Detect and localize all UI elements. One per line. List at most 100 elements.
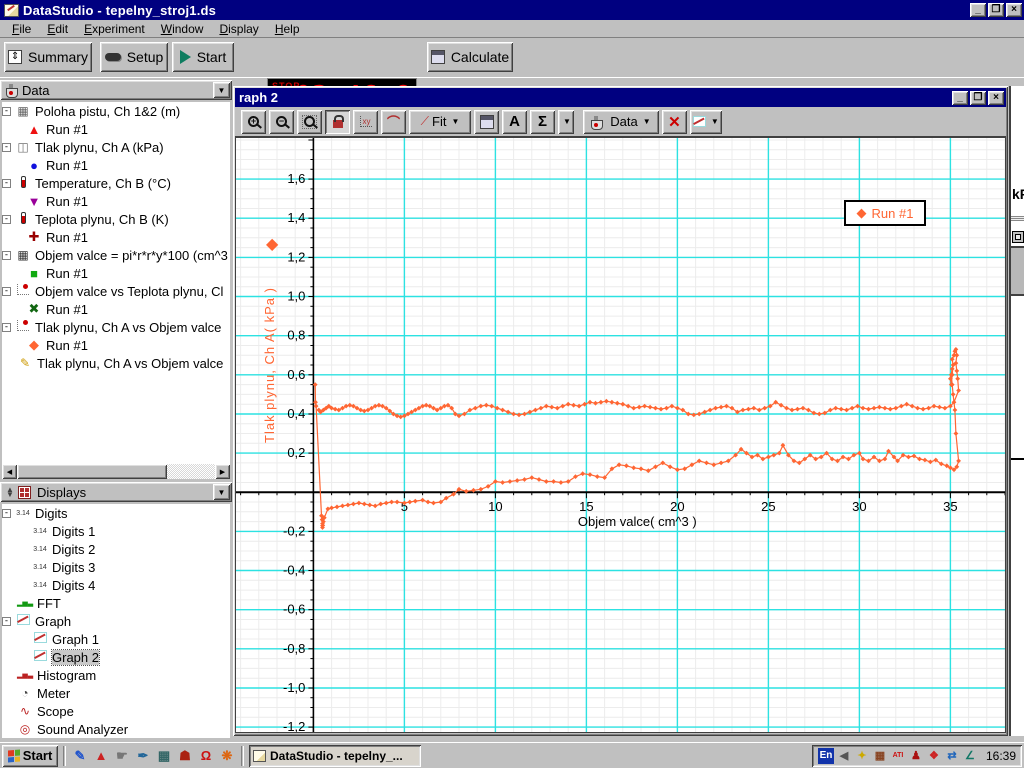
data-run-item[interactable]: ✖Run #1 bbox=[2, 300, 230, 318]
data-tree-item[interactable]: -Tlak plynu, Ch A vs Objem valce bbox=[2, 318, 230, 336]
graph-minimize-button[interactable]: _ bbox=[952, 91, 968, 105]
zoom-select-button[interactable] bbox=[297, 110, 322, 134]
displays-tree-item[interactable]: ◔Meter bbox=[2, 684, 230, 702]
data-dropdown-button[interactable]: Data ▼ bbox=[583, 110, 659, 134]
start-menu-button[interactable]: Start bbox=[2, 745, 58, 767]
displays-tree-item[interactable]: ▂▅▃FFT bbox=[2, 594, 230, 612]
data-dropdown-arrow[interactable]: ▼ bbox=[213, 82, 230, 98]
scroll-thumb[interactable] bbox=[17, 464, 167, 479]
scroll-left-arrow[interactable]: ◀ bbox=[2, 464, 17, 479]
y-axis-series-diamond-icon[interactable]: ◆ bbox=[266, 234, 278, 254]
displays-tree-child[interactable]: 3.14Digits 2 bbox=[2, 540, 230, 558]
tree-expand-box[interactable]: - bbox=[2, 215, 11, 224]
remove-button[interactable]: ✕ bbox=[662, 110, 687, 134]
xy-select-button[interactable]: xy bbox=[353, 110, 378, 134]
data-run-item[interactable]: ▼Run #1 bbox=[2, 192, 230, 210]
data-tree-item[interactable]: -Temperature, Ch B (°C) bbox=[2, 174, 230, 192]
quick-launch-icon-2[interactable]: ▲ bbox=[92, 747, 110, 765]
data-run-item[interactable]: ◆Run #1 bbox=[2, 336, 230, 354]
displays-dropdown-arrow[interactable]: ▼ bbox=[213, 484, 230, 500]
run-marker-icon: ◆ bbox=[26, 337, 42, 353]
zoom-out-button[interactable]: − bbox=[269, 110, 294, 134]
quick-launch-icon-1[interactable]: ✎ bbox=[71, 747, 89, 765]
task-button-datastudio[interactable]: DataStudio - tepelny_... bbox=[249, 745, 421, 767]
data-run-item[interactable]: ▲Run #1 bbox=[2, 120, 230, 138]
maximize-button[interactable]: ❐ bbox=[988, 3, 1004, 17]
data-section-header[interactable]: Data ▼ bbox=[0, 80, 232, 100]
tree-expand-box[interactable]: - bbox=[2, 251, 11, 260]
menu-item-experiment[interactable]: Experiment bbox=[76, 21, 153, 37]
start-button[interactable]: Start bbox=[172, 42, 234, 72]
plot-area[interactable]: 1,61,41,21,00,80,60,40,2-0,2-0,4-0,6-0,8… bbox=[235, 137, 1006, 733]
displays-tree-child[interactable]: Graph 2 bbox=[2, 648, 230, 666]
tray-scheduler-icon[interactable]: ▦ bbox=[872, 748, 888, 764]
data-tree-item[interactable]: -Objem valce vs Teplota plynu, Cl bbox=[2, 282, 230, 300]
text-annotation-button[interactable]: A bbox=[502, 110, 527, 134]
data-tree-item[interactable]: -◫Tlak plynu, Ch A (kPa) bbox=[2, 138, 230, 156]
data-tree-item[interactable]: -▦Objem valce = pi*r*r*y*100 (cm^3 bbox=[2, 246, 230, 264]
menu-item-display[interactable]: Display bbox=[211, 21, 266, 37]
graph-maximize-button[interactable]: ❐ bbox=[970, 91, 986, 105]
displays-tree-item[interactable]: -Graph bbox=[2, 612, 230, 630]
calculate-tool-button[interactable] bbox=[474, 110, 499, 134]
data-tree-item[interactable]: -▦Poloha pistu, Ch 1&2 (m) bbox=[2, 102, 230, 120]
tree-expand-box[interactable]: - bbox=[2, 509, 11, 518]
scale-to-fit-button[interactable] bbox=[325, 110, 350, 134]
tray-icon[interactable]: ✦ bbox=[854, 748, 870, 764]
menu-item-file[interactable]: File bbox=[4, 21, 39, 37]
displays-tree-child[interactable]: 3.14Digits 4 bbox=[2, 576, 230, 594]
displays-tree-item[interactable]: ◎Sound Analyzer bbox=[2, 720, 230, 738]
tree-expand-box[interactable]: - bbox=[2, 107, 11, 116]
quick-launch-icon-7[interactable]: Ω bbox=[197, 747, 215, 765]
quick-launch-icon-4[interactable]: ✒ bbox=[134, 747, 152, 765]
graph-window-titlebar[interactable]: raph 2 _ ❐ × bbox=[235, 88, 1006, 107]
data-tree-item[interactable]: -Teplota plynu, Ch B (K) bbox=[2, 210, 230, 228]
calculate-button[interactable]: Calculate bbox=[427, 42, 513, 72]
tree-expand-box[interactable]: - bbox=[2, 179, 11, 188]
displays-tree-item[interactable]: ▂▅▃Histogram bbox=[2, 666, 230, 684]
quick-launch-icon-8[interactable]: ❋ bbox=[218, 747, 236, 765]
data-run-item[interactable]: ■Run #1 bbox=[2, 264, 230, 282]
statistics-button[interactable]: Σ bbox=[530, 110, 555, 134]
tray-icon[interactable]: ♟ bbox=[908, 748, 924, 764]
tray-ati-icon[interactable]: ATI bbox=[890, 748, 906, 764]
legend-box[interactable]: ◆ Run #1 bbox=[844, 200, 926, 226]
quick-launch-icon-5[interactable]: ▦ bbox=[155, 747, 173, 765]
quick-launch-icon-3[interactable]: ☛ bbox=[113, 747, 131, 765]
zoom-in-button[interactable]: + bbox=[241, 110, 266, 134]
displays-tree-child[interactable]: Graph 1 bbox=[2, 630, 230, 648]
fit-dropdown-button[interactable]: ⟋ Fit ▼ bbox=[409, 110, 471, 134]
quick-launch-icon-6[interactable]: ☗ bbox=[176, 747, 194, 765]
tray-volume-icon[interactable]: ◀ bbox=[836, 748, 852, 764]
graph-close-button[interactable]: × bbox=[988, 91, 1004, 105]
displays-tree-child[interactable]: 3.14Digits 3 bbox=[2, 558, 230, 576]
close-button[interactable]: × bbox=[1006, 3, 1022, 17]
displays-tree-item[interactable]: ∿Scope bbox=[2, 702, 230, 720]
data-tree-item[interactable]: ✎Tlak plynu, Ch A vs Objem valce bbox=[2, 354, 230, 372]
tray-pen-icon[interactable]: ∠ bbox=[962, 748, 978, 764]
tray-icon[interactable]: ⇄ bbox=[944, 748, 960, 764]
menu-item-window[interactable]: Window bbox=[153, 21, 212, 37]
menu-item-help[interactable]: Help bbox=[267, 21, 308, 37]
displays-tree-item[interactable]: -3.14Digits bbox=[2, 504, 230, 522]
menu-item-edit[interactable]: Edit bbox=[39, 21, 76, 37]
minimize-button[interactable]: _ bbox=[970, 3, 986, 17]
scroll-right-arrow[interactable]: ▶ bbox=[215, 464, 230, 479]
data-horizontal-scrollbar[interactable]: ◀ ▶ bbox=[2, 464, 230, 479]
scroll-track[interactable] bbox=[167, 464, 215, 479]
tree-expand-box[interactable]: - bbox=[2, 287, 11, 296]
graph-settings-button[interactable]: ▼ bbox=[690, 110, 722, 134]
statistics-dropdown[interactable]: ▼ bbox=[558, 110, 574, 134]
tree-expand-box[interactable]: - bbox=[2, 143, 11, 152]
data-run-item[interactable]: ●Run #1 bbox=[2, 156, 230, 174]
summary-button[interactable]: ⇕ Summary bbox=[4, 42, 92, 72]
tray-icon[interactable]: ❖ bbox=[926, 748, 942, 764]
tree-expand-box[interactable]: - bbox=[2, 617, 11, 626]
tree-expand-box[interactable]: - bbox=[2, 323, 11, 332]
data-run-item[interactable]: ✚Run #1 bbox=[2, 228, 230, 246]
displays-section-header[interactable]: ▲▼ Displays ▼ bbox=[0, 482, 232, 502]
smart-tool-button[interactable]: ⌒ bbox=[381, 110, 406, 134]
displays-tree-child[interactable]: 3.14Digits 1 bbox=[2, 522, 230, 540]
tray-language-indicator[interactable]: En bbox=[818, 748, 834, 764]
setup-button[interactable]: Setup bbox=[100, 42, 168, 72]
